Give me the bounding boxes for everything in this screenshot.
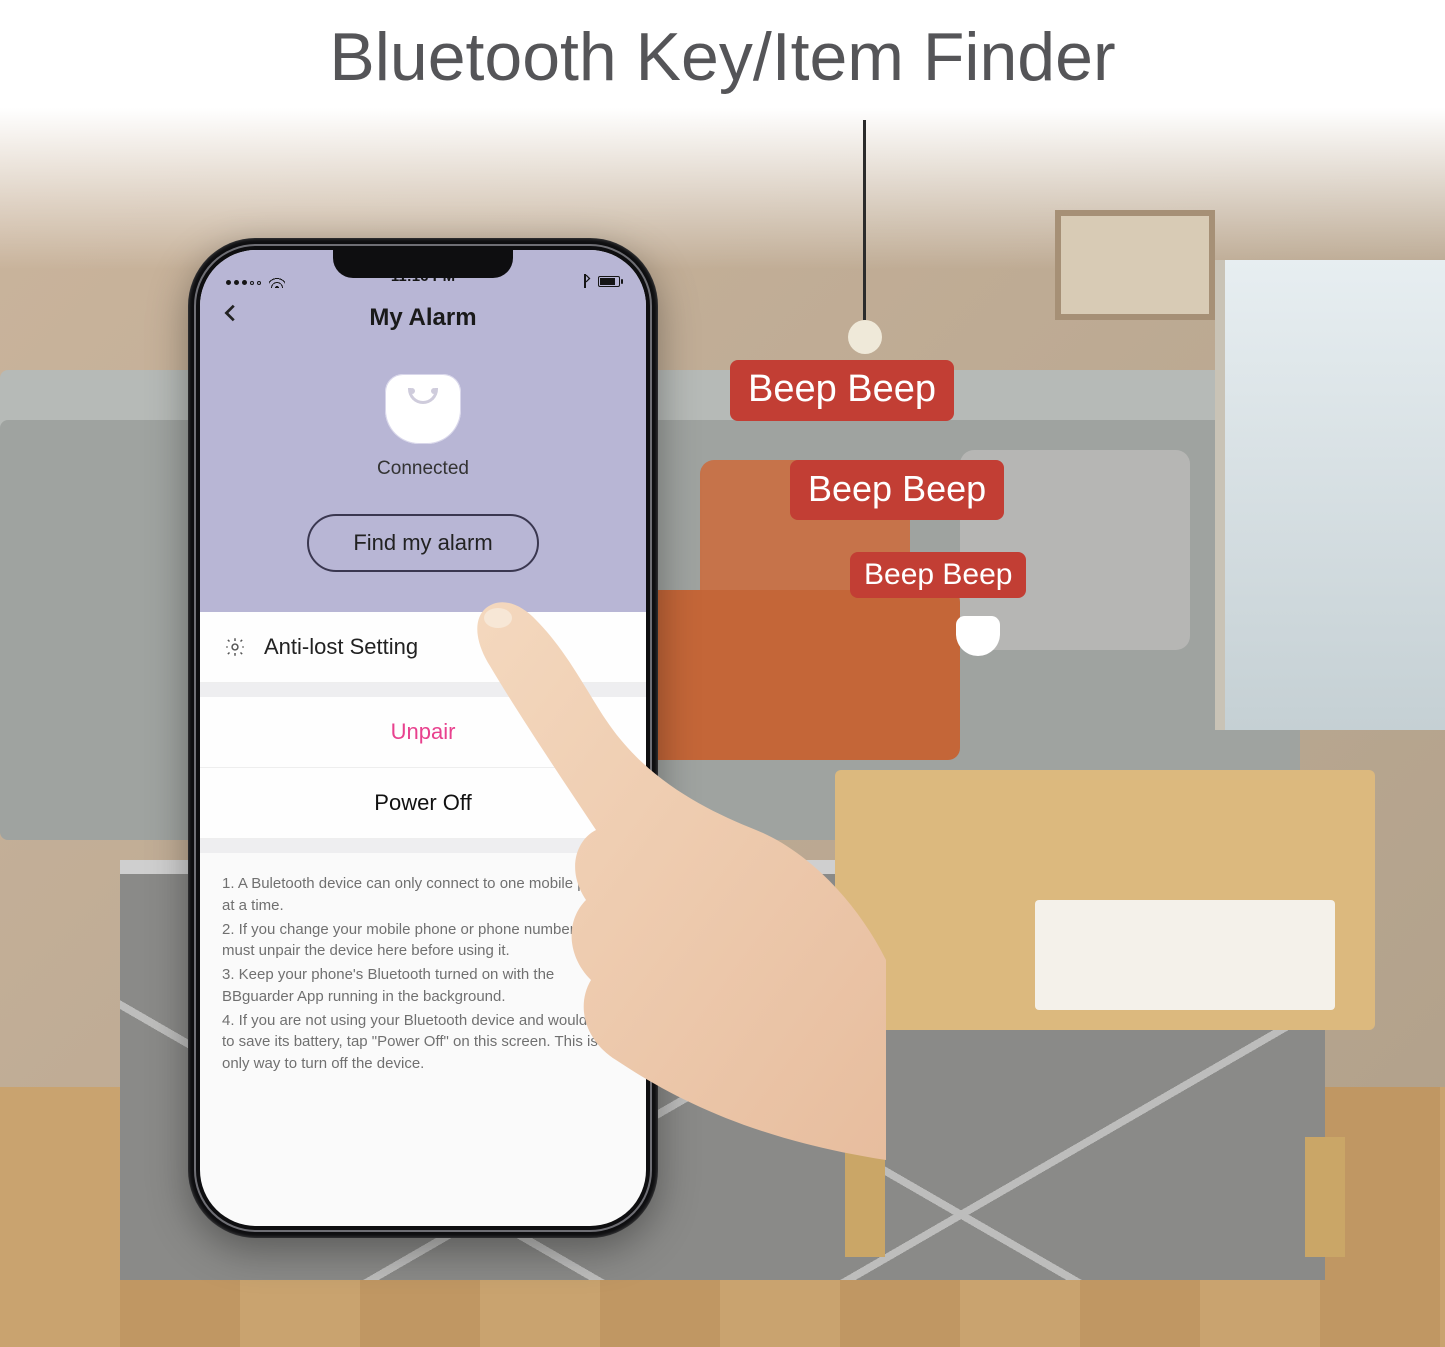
- coffee-table-leg: [1305, 1137, 1345, 1257]
- back-button[interactable]: [220, 302, 242, 324]
- note-line: 4. If you are not using your Bluetooth d…: [222, 1010, 624, 1075]
- note-line: 1. A Buletooth device can only connect t…: [222, 873, 624, 917]
- phone-screen: 11:16 PM My Alarm Connected Find my alar…: [200, 250, 646, 1226]
- anti-lost-setting-row[interactable]: Anti-lost Setting: [200, 612, 646, 683]
- section-gap: [200, 839, 646, 853]
- note-line: 3. Keep your phone's Bluetooth turned on…: [222, 964, 624, 1008]
- beep-label: Beep Beep: [850, 552, 1026, 598]
- find-my-alarm-button[interactable]: Find my alarm: [307, 514, 538, 572]
- unpair-button[interactable]: Unpair: [200, 697, 646, 768]
- gear-icon: [224, 636, 246, 658]
- power-off-button[interactable]: Power Off: [200, 768, 646, 839]
- power-off-label: Power Off: [374, 790, 471, 816]
- cushion: [620, 590, 960, 760]
- bluetooth-icon: [580, 274, 590, 288]
- pendant-cord: [863, 120, 866, 320]
- phone-notch: [333, 250, 513, 278]
- page-title: Bluetooth Key/Item Finder: [0, 18, 1445, 96]
- tracker-device-icon: [385, 374, 461, 444]
- instruction-notes: 1. A Buletooth device can only connect t…: [200, 853, 646, 1105]
- beep-label: Beep Beep: [790, 460, 1004, 520]
- connection-status: Connected: [200, 458, 646, 480]
- section-gap: [200, 683, 646, 697]
- wall-art: [1055, 210, 1215, 320]
- app-header: My Alarm: [200, 290, 646, 350]
- window: [1215, 260, 1445, 730]
- beep-label: Beep Beep: [730, 360, 954, 421]
- coffee-table-leg: [845, 1137, 885, 1257]
- marketing-scene: Bluetooth Key/Item Finder Beep Beep Beep…: [0, 0, 1445, 1347]
- note-line: 2. If you change your mobile phone or ph…: [222, 919, 624, 963]
- coffee-table-drawer: [1035, 900, 1335, 1010]
- pendant-bulb: [848, 320, 882, 354]
- battery-icon: [598, 276, 620, 287]
- device-hero: Connected Find my alarm: [200, 350, 646, 612]
- anti-lost-label: Anti-lost Setting: [264, 634, 418, 660]
- phone-frame: 11:16 PM My Alarm Connected Find my alar…: [188, 238, 658, 1238]
- screen-title: My Alarm: [200, 304, 646, 332]
- unpair-label: Unpair: [391, 719, 456, 745]
